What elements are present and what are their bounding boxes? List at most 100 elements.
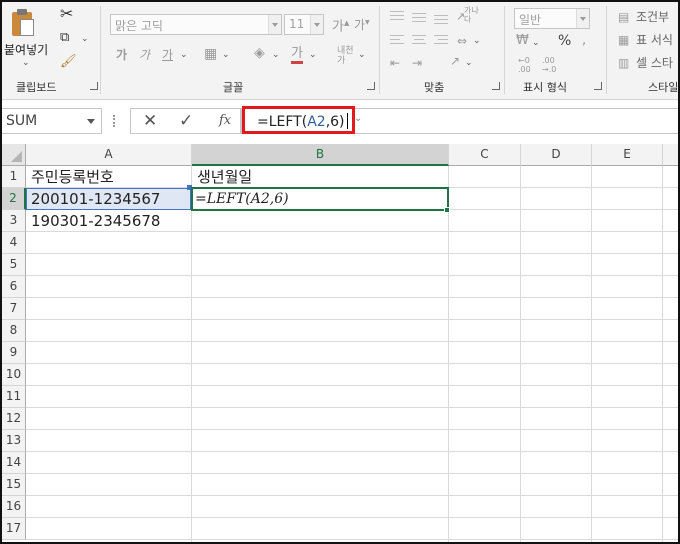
grow-font-icon[interactable]: 가▲: [332, 16, 349, 34]
font-size-combo[interactable]: 11: [284, 14, 324, 35]
cell-styles-button[interactable]: 셀 스타: [636, 56, 673, 70]
alignment-group-label: 맞춤: [424, 81, 445, 94]
cell-styles-icon[interactable]: ▥: [618, 56, 629, 70]
formula-prefix: =LEFT(: [257, 114, 308, 130]
name-box-value: SUM: [6, 113, 38, 129]
column-header-f[interactable]: [663, 144, 678, 166]
row-header[interactable]: 15: [2, 474, 26, 496]
row-header[interactable]: 5: [2, 254, 26, 276]
styles-group-label: 스타일: [648, 81, 679, 94]
font-size-value: 11: [289, 17, 305, 31]
underline-icon[interactable]: 가: [162, 48, 173, 62]
cell-a1[interactable]: 주민등록번호: [26, 166, 114, 188]
text-direction-icon[interactable]: ↗: [450, 54, 460, 68]
border-icon[interactable]: ▦: [204, 47, 217, 61]
row-header[interactable]: 2: [2, 188, 26, 210]
column-header-a[interactable]: A: [26, 144, 192, 166]
italic-icon[interactable]: 가: [139, 48, 150, 62]
direction-dropdown-icon[interactable]: ⌄: [465, 58, 473, 68]
bold-icon[interactable]: 가: [116, 48, 127, 62]
cell-a2[interactable]: 200101-1234567: [26, 188, 160, 210]
column-header-d[interactable]: D: [521, 144, 592, 166]
number-format-combo[interactable]: 일반: [514, 8, 590, 29]
formula-bar-grip[interactable]: [113, 115, 116, 127]
comma-style-icon[interactable]: ,: [582, 34, 586, 48]
clipboard-launcher-icon[interactable]: [90, 82, 98, 90]
font-name-combo[interactable]: 맑은 고딕: [110, 14, 282, 35]
group-divider: [379, 6, 380, 94]
number-format-dropdown-icon[interactable]: [576, 9, 589, 28]
currency-icon[interactable]: ₩: [516, 34, 529, 48]
column-header-b[interactable]: B: [192, 144, 449, 166]
name-box[interactable]: SUM: [2, 108, 102, 134]
row-header[interactable]: 12: [2, 408, 26, 430]
row-header[interactable]: 11: [2, 386, 26, 408]
currency-dropdown-icon[interactable]: ⌄: [532, 38, 540, 48]
row-header[interactable]: 9: [2, 342, 26, 364]
number-launcher-icon[interactable]: [594, 82, 602, 90]
group-divider: [100, 6, 101, 94]
excel-window: 붙여넣기 ⌄ ✂ ⧉ ⌄ 🖌 클립보드 맑은 고딕 11 가▲ 가▼ 가 가 가…: [0, 0, 680, 544]
copy-dropdown-icon[interactable]: ⌄: [81, 34, 89, 44]
cell-b1[interactable]: 생년월일: [192, 166, 252, 188]
increase-decimal-icon[interactable]: ←0.00: [518, 56, 531, 74]
font-name-dropdown-icon[interactable]: [268, 15, 281, 34]
font-launcher-icon[interactable]: [367, 82, 375, 90]
cancel-icon[interactable]: ✕: [143, 111, 157, 131]
phonetic-icon[interactable]: 내천 가: [337, 46, 354, 66]
insert-function-icon[interactable]: fx: [219, 113, 231, 128]
merge-center-icon[interactable]: ⇔: [457, 34, 467, 48]
decrease-decimal-icon[interactable]: .00 →.0: [542, 56, 556, 74]
formula-suffix: ,6): [325, 114, 345, 130]
border-dropdown-icon[interactable]: ⌄: [222, 50, 230, 60]
shrink-font-icon[interactable]: 가▼: [354, 16, 370, 32]
merge-dropdown-icon[interactable]: ⌄: [473, 36, 481, 46]
fill-dropdown-icon[interactable]: ⌄: [272, 50, 280, 60]
cell-a3[interactable]: 190301-2345678: [26, 210, 160, 232]
paste-icon[interactable]: [12, 8, 36, 38]
name-box-dropdown-icon[interactable]: [87, 119, 95, 124]
decrease-indent-icon[interactable]: ⇤: [390, 56, 400, 70]
format-painter-icon[interactable]: 🖌: [60, 55, 77, 69]
row-header[interactable]: 8: [2, 320, 26, 342]
row-header[interactable]: 17: [2, 518, 26, 540]
paste-dropdown-icon[interactable]: ⌄: [22, 58, 30, 68]
row-header[interactable]: 7: [2, 298, 26, 320]
row-header[interactable]: 13: [2, 430, 26, 452]
column-header-e[interactable]: E: [592, 144, 663, 166]
formula-input[interactable]: =LEFT(A2,6): [241, 108, 678, 134]
cut-icon[interactable]: ✂: [60, 6, 73, 22]
row-header[interactable]: 1: [2, 166, 26, 188]
fill-handle[interactable]: [444, 207, 450, 213]
phonetic-dropdown-icon[interactable]: ⌄: [358, 50, 366, 60]
format-as-table-button[interactable]: 표 서식: [636, 33, 673, 47]
format-table-icon[interactable]: ▦: [618, 33, 629, 47]
percent-icon[interactable]: %: [558, 34, 571, 48]
formula-text: =LEFT(A2,6): [257, 113, 348, 130]
font-color-dropdown-icon[interactable]: ⌄: [309, 50, 317, 60]
font-size-dropdown-icon[interactable]: [310, 15, 323, 34]
wrap-text-icon[interactable]: 가나 다: [464, 6, 479, 24]
ribbon: 붙여넣기 ⌄ ✂ ⧉ ⌄ 🖌 클립보드 맑은 고딕 11 가▲ 가▼ 가 가 가…: [2, 2, 679, 100]
row-header[interactable]: 10: [2, 364, 26, 386]
formula-reference: A2: [307, 114, 326, 130]
row-header[interactable]: 3: [2, 210, 26, 232]
row-header[interactable]: 6: [2, 276, 26, 298]
conditional-format-icon[interactable]: ▤: [618, 10, 629, 24]
row-header[interactable]: 4: [2, 232, 26, 254]
increase-indent-icon[interactable]: ⇥: [412, 56, 422, 70]
alignment-launcher-icon[interactable]: [492, 82, 500, 90]
paste-button[interactable]: 붙여넣기: [4, 41, 48, 58]
select-all-button[interactable]: [2, 144, 26, 166]
expand-formula-icon[interactable]: ⌄: [354, 113, 362, 124]
enter-icon[interactable]: ✓: [179, 111, 193, 131]
column-header-c[interactable]: C: [449, 144, 521, 166]
font-color-icon[interactable]: 가: [291, 47, 303, 64]
underline-dropdown-icon[interactable]: ⌄: [180, 50, 188, 60]
copy-icon[interactable]: ⧉: [60, 31, 69, 45]
fill-color-icon[interactable]: ◈: [254, 46, 265, 60]
row-header[interactable]: 14: [2, 452, 26, 474]
conditional-format-button[interactable]: 조건부: [636, 10, 669, 24]
row-header[interactable]: 16: [2, 496, 26, 518]
text-caret: [346, 113, 348, 129]
